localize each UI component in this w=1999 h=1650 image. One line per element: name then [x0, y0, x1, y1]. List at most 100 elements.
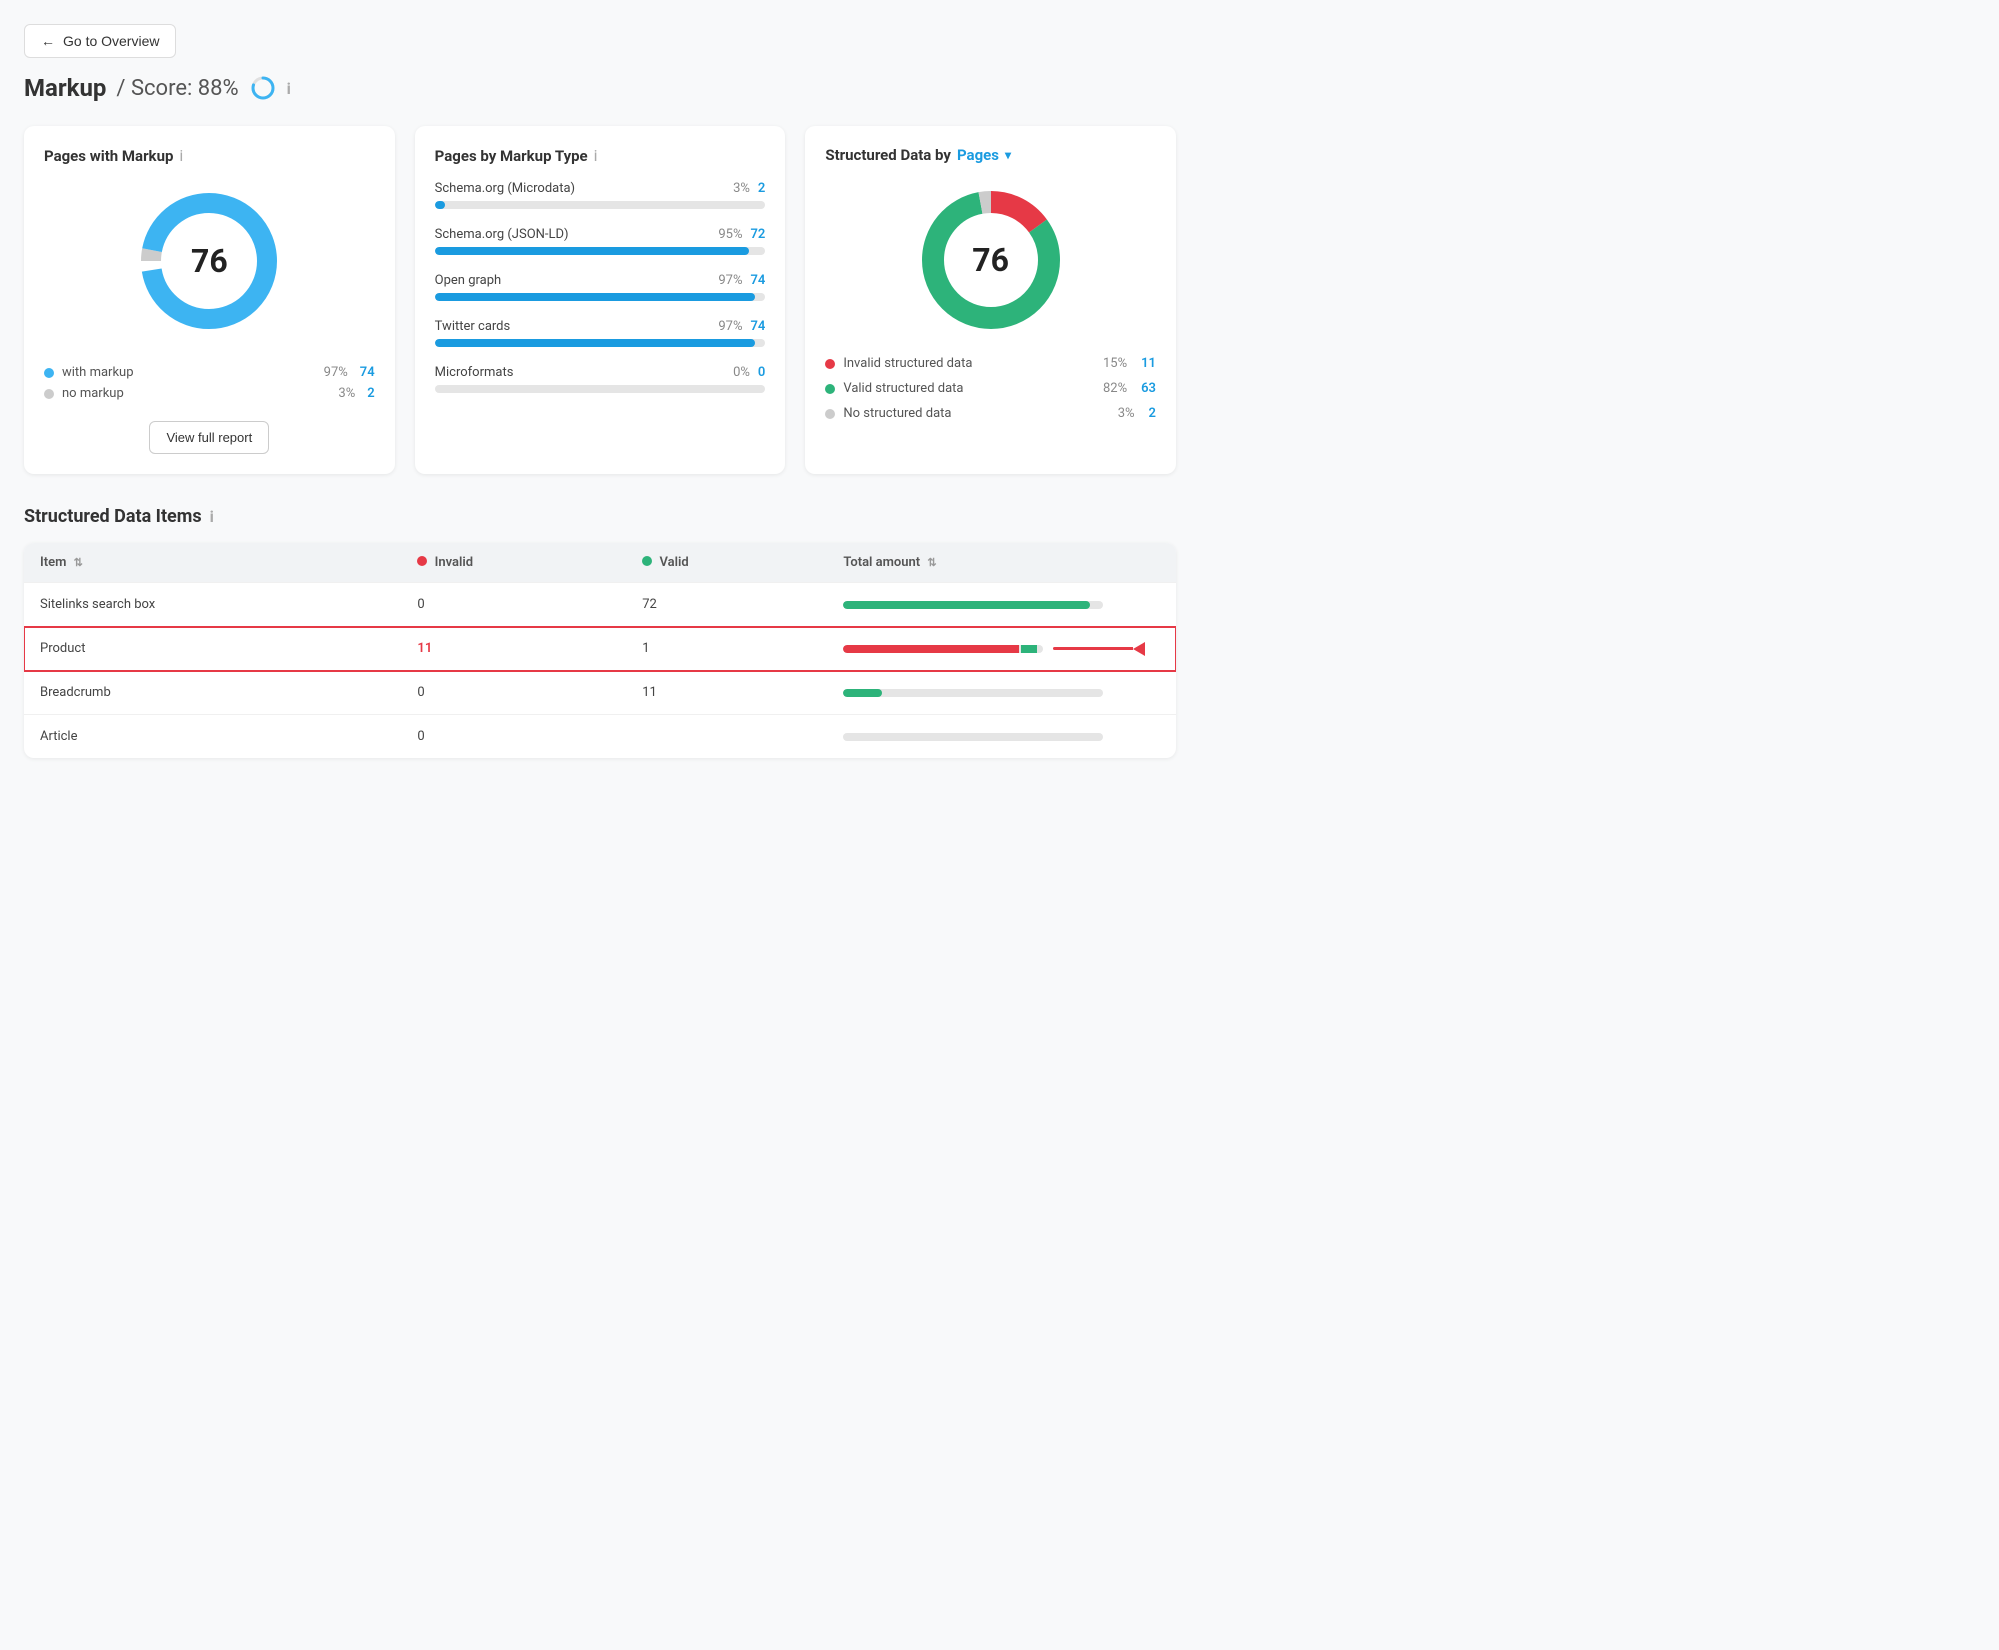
legend-label-no-markup: no markup [62, 386, 326, 401]
bar-track-microformats [435, 385, 766, 393]
structured-legend: Invalid structured data 15% 11 Valid str… [825, 356, 1156, 421]
arrow-line [1053, 647, 1133, 650]
legend-no-structured: No structured data 3% 2 [825, 406, 1156, 421]
legend-invalid-structured: Invalid structured data 15% 11 [825, 356, 1156, 371]
legend-dot-no-markup [44, 389, 54, 399]
cell-valid-breadcrumb: 11 [626, 671, 827, 715]
bar-fill-breadcrumb [843, 689, 882, 697]
structured-data-table: Item ⇅ Invalid Valid Total amount ⇅ Site… [24, 543, 1176, 758]
bar-pct-microdata: 3% [733, 181, 750, 196]
bar-row-json-ld: Schema.org (JSON-LD) 95% 72 [435, 227, 766, 255]
card-3-pages-link[interactable]: Pages [957, 146, 999, 164]
bar-pct-json-ld: 95% [718, 227, 742, 242]
bar-wrap-breadcrumb [843, 689, 1160, 697]
bar-count-microdata: 2 [758, 181, 765, 196]
cell-total-sitelinks [827, 583, 1176, 627]
bar-fill-json-ld [435, 247, 749, 255]
arrow-indicator [1053, 642, 1145, 656]
legend-label-invalid: Invalid structured data [843, 356, 1095, 371]
bar-fill-microdata [435, 201, 445, 209]
bar-row-opengraph: Open graph 97% 74 [435, 273, 766, 301]
col-header-total[interactable]: Total amount ⇅ [827, 543, 1176, 583]
section-title-structured-items: Structured Data Items i [24, 506, 1176, 527]
card-2-title: Pages by Markup Type i [435, 146, 766, 165]
section-title-text: Structured Data Items [24, 506, 202, 527]
bar-label-twitter: Twitter cards [435, 319, 511, 334]
back-button-label: Go to Overview [63, 33, 159, 49]
bar-track-opengraph [435, 293, 766, 301]
legend-count-with-markup: 74 [360, 365, 375, 380]
bar-fill-opengraph [435, 293, 756, 301]
bar-label-microdata: Schema.org (Microdata) [435, 181, 575, 196]
legend-count-no-markup: 2 [367, 386, 374, 401]
card-1-title: Pages with Markup i [44, 146, 375, 165]
legend-count-invalid: 11 [1141, 356, 1156, 371]
legend-item-no-markup: no markup 3% 2 [44, 386, 375, 401]
card-2-info-icon[interactable]: i [594, 146, 598, 165]
table-row: Sitelinks search box 0 72 [24, 583, 1176, 627]
bar-wrap-sitelinks [843, 601, 1160, 609]
section-info-icon[interactable]: i [210, 507, 214, 526]
bar-count-twitter: 74 [750, 319, 765, 334]
cell-item-product: Product [24, 627, 401, 671]
legend-dot-with-markup [44, 368, 54, 378]
bar-track-article [843, 733, 1103, 741]
donut-3-center-value: 76 [972, 241, 1009, 279]
card-3-title-text: Structured Data by [825, 146, 951, 164]
bar-pct-twitter: 97% [718, 319, 742, 334]
bar-row-twitter: Twitter cards 97% 74 [435, 319, 766, 347]
cell-item-article: Article [24, 715, 401, 759]
page-header: Markup / Score: 88% i [24, 74, 1176, 102]
legend-label-no-data: No structured data [843, 406, 1109, 421]
pages-by-markup-type-card: Pages by Markup Type i Schema.org (Micro… [415, 126, 786, 474]
bar-track-breadcrumb [843, 689, 1103, 697]
bar-track-twitter [435, 339, 766, 347]
cell-invalid-breadcrumb: 0 [401, 671, 626, 715]
bar-count-microformats: 0 [758, 365, 765, 380]
chevron-down-icon[interactable]: ▾ [1005, 148, 1011, 162]
legend-pct-valid: 82% [1103, 381, 1127, 396]
bar-pct-opengraph: 97% [718, 273, 742, 288]
bar-wrap-article [843, 733, 1160, 741]
cell-valid-sitelinks: 72 [626, 583, 827, 627]
header-info-icon[interactable]: i [287, 79, 291, 98]
bar-fill-product-invalid [843, 645, 1019, 653]
pages-with-markup-card: Pages with Markup i 76 with markup 97% 7… [24, 126, 395, 474]
bar-fill-twitter [435, 339, 756, 347]
sort-icon-total: ⇅ [927, 556, 936, 569]
bar-fill-sitelinks [843, 601, 1090, 609]
arrow-head-icon [1133, 642, 1145, 656]
donut-1-center-value: 76 [191, 242, 228, 280]
legend-count-no-data: 2 [1149, 406, 1156, 421]
dot-valid-header [642, 556, 652, 566]
bar-label-json-ld: Schema.org (JSON-LD) [435, 227, 569, 242]
legend-pct-no-data: 3% [1118, 406, 1135, 421]
bar-track-json-ld [435, 247, 766, 255]
cards-row: Pages with Markup i 76 with markup 97% 7… [24, 126, 1176, 474]
back-button[interactable]: ← Go to Overview [24, 24, 176, 58]
card-3-title: Structured Data by Pages ▾ [825, 146, 1156, 164]
legend-label-valid: Valid structured data [843, 381, 1095, 396]
legend-pct-no-markup: 3% [338, 386, 355, 401]
bar-row-microdata: Schema.org (Microdata) 3% 2 [435, 181, 766, 209]
card-1-info-icon[interactable]: i [179, 146, 183, 165]
cell-invalid-product: 11 [401, 627, 626, 671]
cell-total-article [827, 715, 1176, 759]
legend-pct-invalid: 15% [1103, 356, 1127, 371]
table-row: Product 11 1 [24, 627, 1176, 671]
bar-row-microformats: Microformats 0% 0 [435, 365, 766, 393]
bar-track-sitelinks [843, 601, 1103, 609]
table-body: Sitelinks search box 0 72 Product 11 1 [24, 583, 1176, 759]
legend-count-valid: 63 [1141, 381, 1156, 396]
legend-label-with-markup: with markup [62, 365, 312, 380]
cell-item-breadcrumb: Breadcrumb [24, 671, 401, 715]
cell-total-breadcrumb [827, 671, 1176, 715]
bar-pct-microformats: 0% [733, 365, 750, 380]
view-full-report-button[interactable]: View full report [149, 421, 269, 454]
donut-3: 76 [911, 180, 1071, 340]
bar-label-opengraph: Open graph [435, 273, 502, 288]
page-title-markup: Markup [24, 74, 106, 102]
legend-valid-structured: Valid structured data 82% 63 [825, 381, 1156, 396]
col-header-item[interactable]: Item ⇅ [24, 543, 401, 583]
donut-1-legend: with markup 97% 74 no markup 3% 2 [44, 365, 375, 401]
